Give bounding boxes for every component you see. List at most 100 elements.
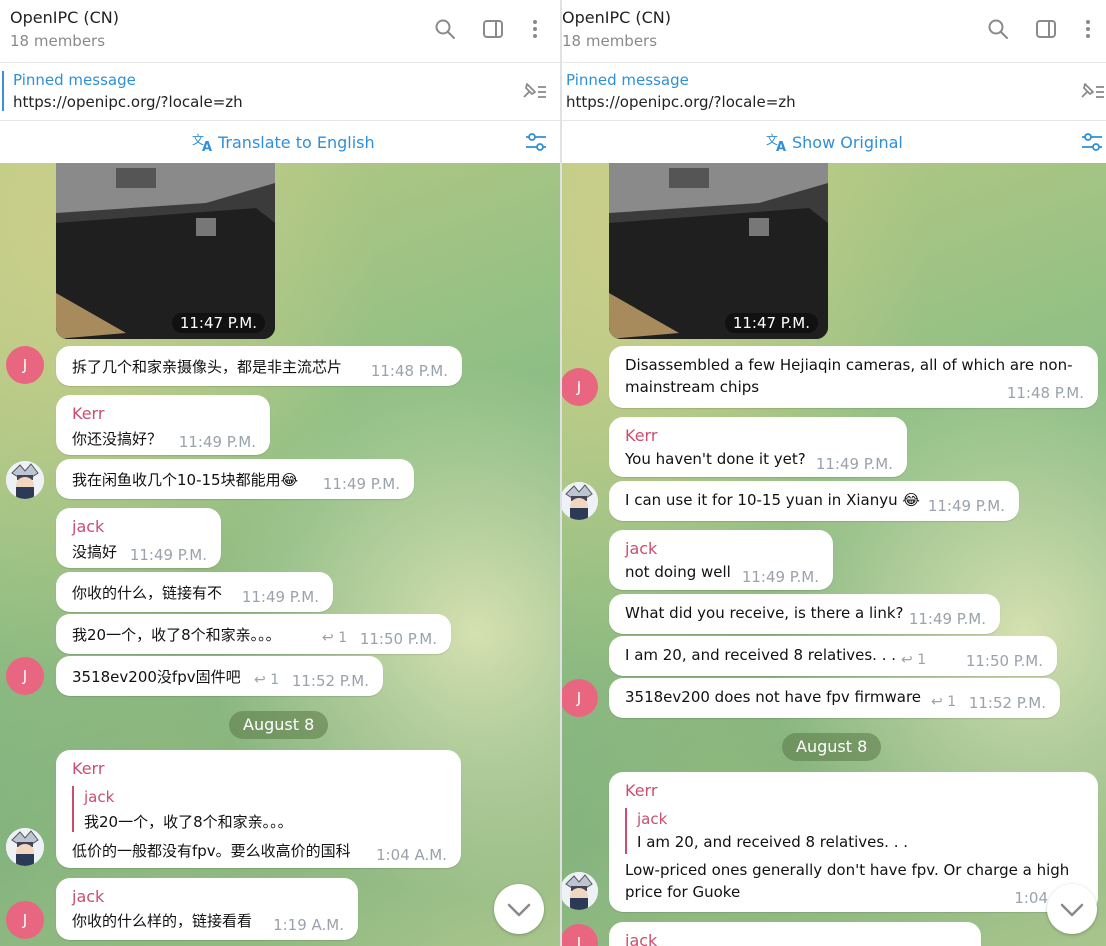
sender-name[interactable]: Kerr <box>72 759 104 778</box>
sender-name[interactable]: Kerr <box>625 426 657 445</box>
message-bubble[interactable]: 我20一个，收了8个和家亲。。。 ↩ 1 11:50 P.M. <box>56 614 451 654</box>
message-bubble[interactable]: jack <box>609 922 981 946</box>
sidebar-toggle-icon[interactable] <box>481 17 505 41</box>
avatar[interactable]: J <box>6 901 44 939</box>
photo-message[interactable]: 11:47 P.M. <box>56 163 275 339</box>
message-text: I am 20, and received 8 relatives. . . <box>625 646 897 664</box>
replies-indicator[interactable]: ↩ 1 <box>901 652 926 668</box>
message-time: 11:47 P.M. <box>171 313 265 333</box>
message-text: 低价的一般都没有fpv。要么收高价的国科 <box>72 842 351 860</box>
avatar[interactable]: J <box>6 657 44 695</box>
chat-area[interactable]: 11:47 P.M. J 拆了几个和家亲摄像头，都是非主流芯片 11:48 P.… <box>0 163 560 946</box>
message-text: 我在闲鱼收几个10-15块都能用😂 <box>72 471 299 489</box>
pinned-title: Pinned message <box>566 71 689 89</box>
message-bubble[interactable]: What did you receive, is there a link? 1… <box>609 594 1000 634</box>
chat-title[interactable]: OpenIPC (CN) <box>10 8 119 27</box>
message-time: 1:19 A.M. <box>273 916 344 934</box>
more-menu-icon[interactable] <box>1076 17 1100 41</box>
member-count: 18 members <box>562 32 658 50</box>
message-time: 11:52 P.M. <box>968 694 1046 712</box>
message-bubble[interactable]: 你收的什么，链接有不 11:49 P.M. <box>56 572 333 612</box>
message-time: 11:48 P.M. <box>1006 384 1084 402</box>
reply-count: 1 <box>270 672 280 688</box>
sender-name[interactable]: jack <box>625 931 657 946</box>
sidebar-toggle-icon[interactable] <box>1034 17 1058 41</box>
replies-indicator[interactable]: ↩ 1 <box>322 630 347 646</box>
avatar[interactable]: J <box>562 924 598 946</box>
scroll-down-button[interactable] <box>1047 884 1097 934</box>
scroll-down-button[interactable] <box>494 884 544 934</box>
pinned-message-bar[interactable]: Pinned message https://openipc.org/?loca… <box>562 63 1106 121</box>
pinned-list-icon[interactable] <box>520 79 548 103</box>
message-bubble[interactable]: I can use it for 10-15 yuan in Xianyu 😂 … <box>609 481 1019 521</box>
photo-message[interactable]: 11:47 P.M. <box>609 163 828 339</box>
avatar[interactable] <box>562 482 598 520</box>
avatar[interactable]: J <box>6 346 44 384</box>
chat-area[interactable]: 11:47 P.M. J Disassembled a few Hejiaqin… <box>562 163 1106 946</box>
message-bubble[interactable]: jack 没搞好 11:49 P.M. <box>56 508 221 568</box>
message-time: 11:50 P.M. <box>965 652 1043 670</box>
quote-text[interactable]: 我20一个，收了8个和家亲。。。 <box>84 811 293 832</box>
chat-pane-right: OpenIPC (CN) 18 members Pinned message h… <box>562 0 1106 946</box>
message-bubble[interactable]: jack not doing well 11:49 P.M. <box>609 530 833 590</box>
avatar[interactable]: J <box>562 679 598 717</box>
message-bubble[interactable]: I am 20, and received 8 relatives. . . ↩… <box>609 636 1057 676</box>
member-count: 18 members <box>10 32 106 50</box>
show-original-button[interactable]: 文A Show Original <box>766 132 903 152</box>
chat-title[interactable]: OpenIPC (CN) <box>562 8 671 27</box>
pinned-text[interactable]: https://openipc.org/?locale=zh <box>13 93 243 111</box>
sender-name[interactable]: jack <box>625 539 657 558</box>
translate-button[interactable]: 文A Translate to English <box>192 132 375 152</box>
message-time: 11:49 P.M. <box>815 455 893 473</box>
message-time: 1:04 <box>1014 889 1048 907</box>
quote-sender[interactable]: jack <box>84 788 114 806</box>
message-bubble[interactable]: jack 你收的什么样的，链接看看 1:19 A.M. <box>56 878 358 940</box>
more-menu-icon[interactable] <box>523 17 547 41</box>
avatar[interactable] <box>562 872 598 910</box>
message-bubble[interactable]: Kerr jack 我20一个，收了8个和家亲。。。 低价的一般都没有fpv。要… <box>56 750 461 868</box>
message-bubble[interactable]: 拆了几个和家亲摄像头，都是非主流芯片 11:48 P.M. <box>56 346 462 386</box>
message-text: Low-priced ones generally don't have fpv… <box>625 861 1070 879</box>
message-bubble[interactable]: Kerr You haven't done it yet? 11:49 P.M. <box>609 417 907 477</box>
message-bubble[interactable]: 3518ev200 does not have fpv firmware ↩ 1… <box>609 678 1060 718</box>
chat-header[interactable]: OpenIPC (CN) 18 members <box>0 0 560 63</box>
translate-bar: 文A Show Original <box>562 121 1106 163</box>
message-bubble[interactable]: Disassembled a few Hejiaqin cameras, all… <box>609 346 1098 408</box>
translate-settings-icon[interactable] <box>524 131 548 153</box>
message-time: 11:49 P.M. <box>178 433 256 451</box>
translate-settings-icon[interactable] <box>1080 131 1104 153</box>
date-separator: August 8 <box>229 711 329 739</box>
pinned-message-bar[interactable]: Pinned message https://openipc.org/?loca… <box>0 63 560 121</box>
message-bubble[interactable]: Kerr jack I am 20, and received 8 relati… <box>609 772 1098 912</box>
message-bubble[interactable]: Kerr 你还没搞好？ 11:49 P.M. <box>56 395 270 455</box>
sender-name[interactable]: jack <box>72 517 104 536</box>
search-icon[interactable] <box>986 17 1010 41</box>
replies-indicator[interactable]: ↩ 1 <box>254 672 279 688</box>
message-time: 11:50 P.M. <box>359 630 437 648</box>
pinned-list-icon[interactable] <box>1078 79 1106 103</box>
message-bubble[interactable]: 我在闲鱼收几个10-15块都能用😂 11:49 P.M. <box>56 459 414 499</box>
avatar[interactable] <box>6 461 44 499</box>
translate-bar: 文A Translate to English <box>0 121 560 163</box>
chat-header[interactable]: OpenIPC (CN) 18 members <box>562 0 1106 63</box>
message-text: 没搞好 <box>72 543 118 561</box>
pinned-text[interactable]: https://openipc.org/?locale=zh <box>566 93 796 111</box>
message-time: 11:52 P.M. <box>291 672 369 690</box>
message-text: price for Guoke <box>625 883 741 901</box>
replies-indicator[interactable]: ↩ 1 <box>931 694 956 710</box>
search-icon[interactable] <box>433 17 457 41</box>
message-text: 你还没搞好？ <box>72 430 163 448</box>
sender-name[interactable]: Kerr <box>72 404 104 423</box>
message-time: 11:49 P.M. <box>741 568 819 586</box>
pinned-indicator <box>2 71 4 111</box>
quote-sender[interactable]: jack <box>637 810 667 828</box>
chat-pane-left: OpenIPC (CN) 18 members Pinned message h… <box>0 0 560 946</box>
avatar[interactable]: J <box>562 368 598 406</box>
message-bubble[interactable]: 3518ev200没fpv固件吧 ↩ 1 11:52 P.M. <box>56 656 383 696</box>
reply-count: 1 <box>917 652 927 668</box>
sender-name[interactable]: jack <box>72 887 104 906</box>
quote-text[interactable]: I am 20, and received 8 relatives. . . <box>637 833 908 851</box>
message-time: 11:47 P.M. <box>724 313 818 333</box>
avatar[interactable] <box>6 828 44 866</box>
sender-name[interactable]: Kerr <box>625 781 657 800</box>
